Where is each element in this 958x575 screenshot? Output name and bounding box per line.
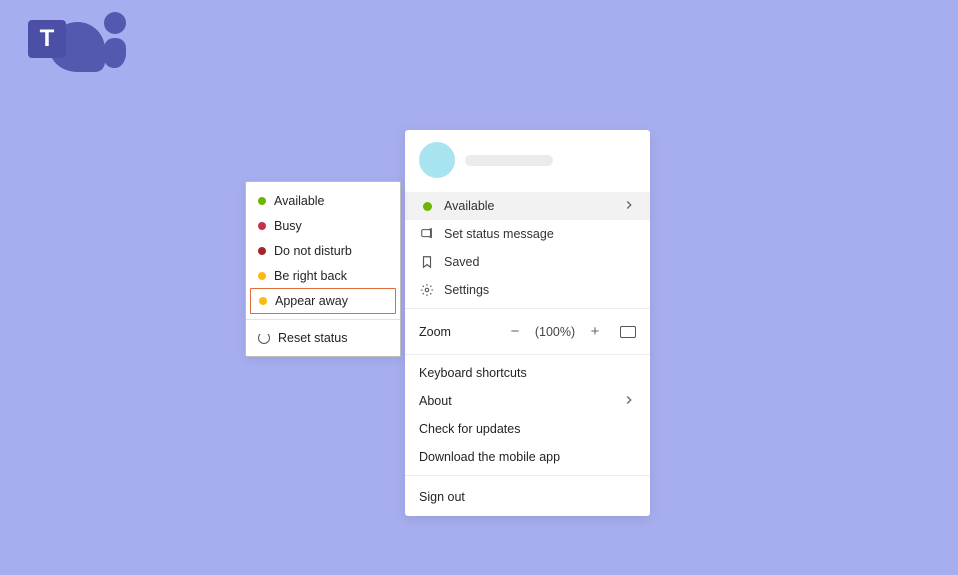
- saved-label: Saved: [444, 255, 636, 269]
- status-option-label: Appear away: [275, 294, 348, 308]
- status-option-busy[interactable]: Busy: [246, 213, 400, 238]
- keyboard-shortcuts-item[interactable]: Keyboard shortcuts: [405, 359, 650, 387]
- status-label: Available: [444, 199, 636, 213]
- download-mobile-item[interactable]: Download the mobile app: [405, 443, 650, 471]
- zoom-in-button[interactable]: +: [588, 323, 602, 340]
- avatar: [419, 142, 455, 178]
- zoom-out-button[interactable]: −: [508, 323, 522, 340]
- chevron-right-icon: [622, 393, 636, 410]
- teams-logo-tile: T: [28, 20, 66, 58]
- set-status-label: Set status message: [444, 227, 636, 241]
- zoom-row: Zoom − (100%) +: [405, 313, 650, 350]
- sign-out-item[interactable]: Sign out: [405, 480, 650, 516]
- shortcuts-label: Keyboard shortcuts: [419, 366, 527, 380]
- status-row[interactable]: Available: [405, 192, 650, 220]
- status-busy-icon: [258, 222, 266, 230]
- set-status-message[interactable]: Set status message: [405, 220, 650, 248]
- mobile-label: Download the mobile app: [419, 450, 560, 464]
- status-submenu: Available Busy Do not disturb Be right b…: [245, 181, 401, 357]
- status-away-icon: [259, 297, 267, 305]
- profile-menu: Available Set status message Saved Setti…: [405, 130, 650, 516]
- updates-label: Check for updates: [419, 422, 520, 436]
- status-option-label: Available: [274, 194, 325, 208]
- settings-item[interactable]: Settings: [405, 276, 650, 304]
- check-updates-item[interactable]: Check for updates: [405, 415, 650, 443]
- saved-item[interactable]: Saved: [405, 248, 650, 276]
- status-option-appear-away[interactable]: Appear away: [250, 288, 396, 314]
- profile-header: [405, 130, 650, 192]
- about-item[interactable]: About: [405, 387, 650, 415]
- signout-label: Sign out: [419, 490, 465, 504]
- divider: [405, 475, 650, 476]
- status-option-label: Do not disturb: [274, 244, 352, 258]
- settings-label: Settings: [444, 283, 636, 297]
- divider: [405, 308, 650, 309]
- edit-status-icon: [419, 227, 435, 241]
- divider: [246, 319, 400, 320]
- reset-icon: [258, 332, 270, 344]
- status-option-label: Be right back: [274, 269, 347, 283]
- status-option-brb[interactable]: Be right back: [246, 263, 400, 288]
- status-option-dnd[interactable]: Do not disturb: [246, 238, 400, 263]
- zoom-label: Zoom: [419, 325, 496, 339]
- user-name-placeholder: [465, 155, 553, 166]
- status-brb-icon: [258, 272, 266, 280]
- fullscreen-icon[interactable]: [620, 326, 636, 338]
- status-available-icon: [258, 197, 266, 205]
- chevron-right-icon: [622, 198, 636, 215]
- status-available-icon: [419, 202, 435, 211]
- reset-status-label: Reset status: [278, 331, 347, 345]
- reset-status-item[interactable]: Reset status: [246, 325, 400, 350]
- status-option-available[interactable]: Available: [246, 188, 400, 213]
- teams-logo: T: [22, 10, 122, 70]
- bookmark-icon: [419, 255, 435, 269]
- status-option-label: Busy: [274, 219, 302, 233]
- gear-icon: [419, 283, 435, 297]
- zoom-value: (100%): [534, 325, 576, 339]
- divider: [405, 354, 650, 355]
- about-label: About: [419, 394, 452, 408]
- status-dnd-icon: [258, 247, 266, 255]
